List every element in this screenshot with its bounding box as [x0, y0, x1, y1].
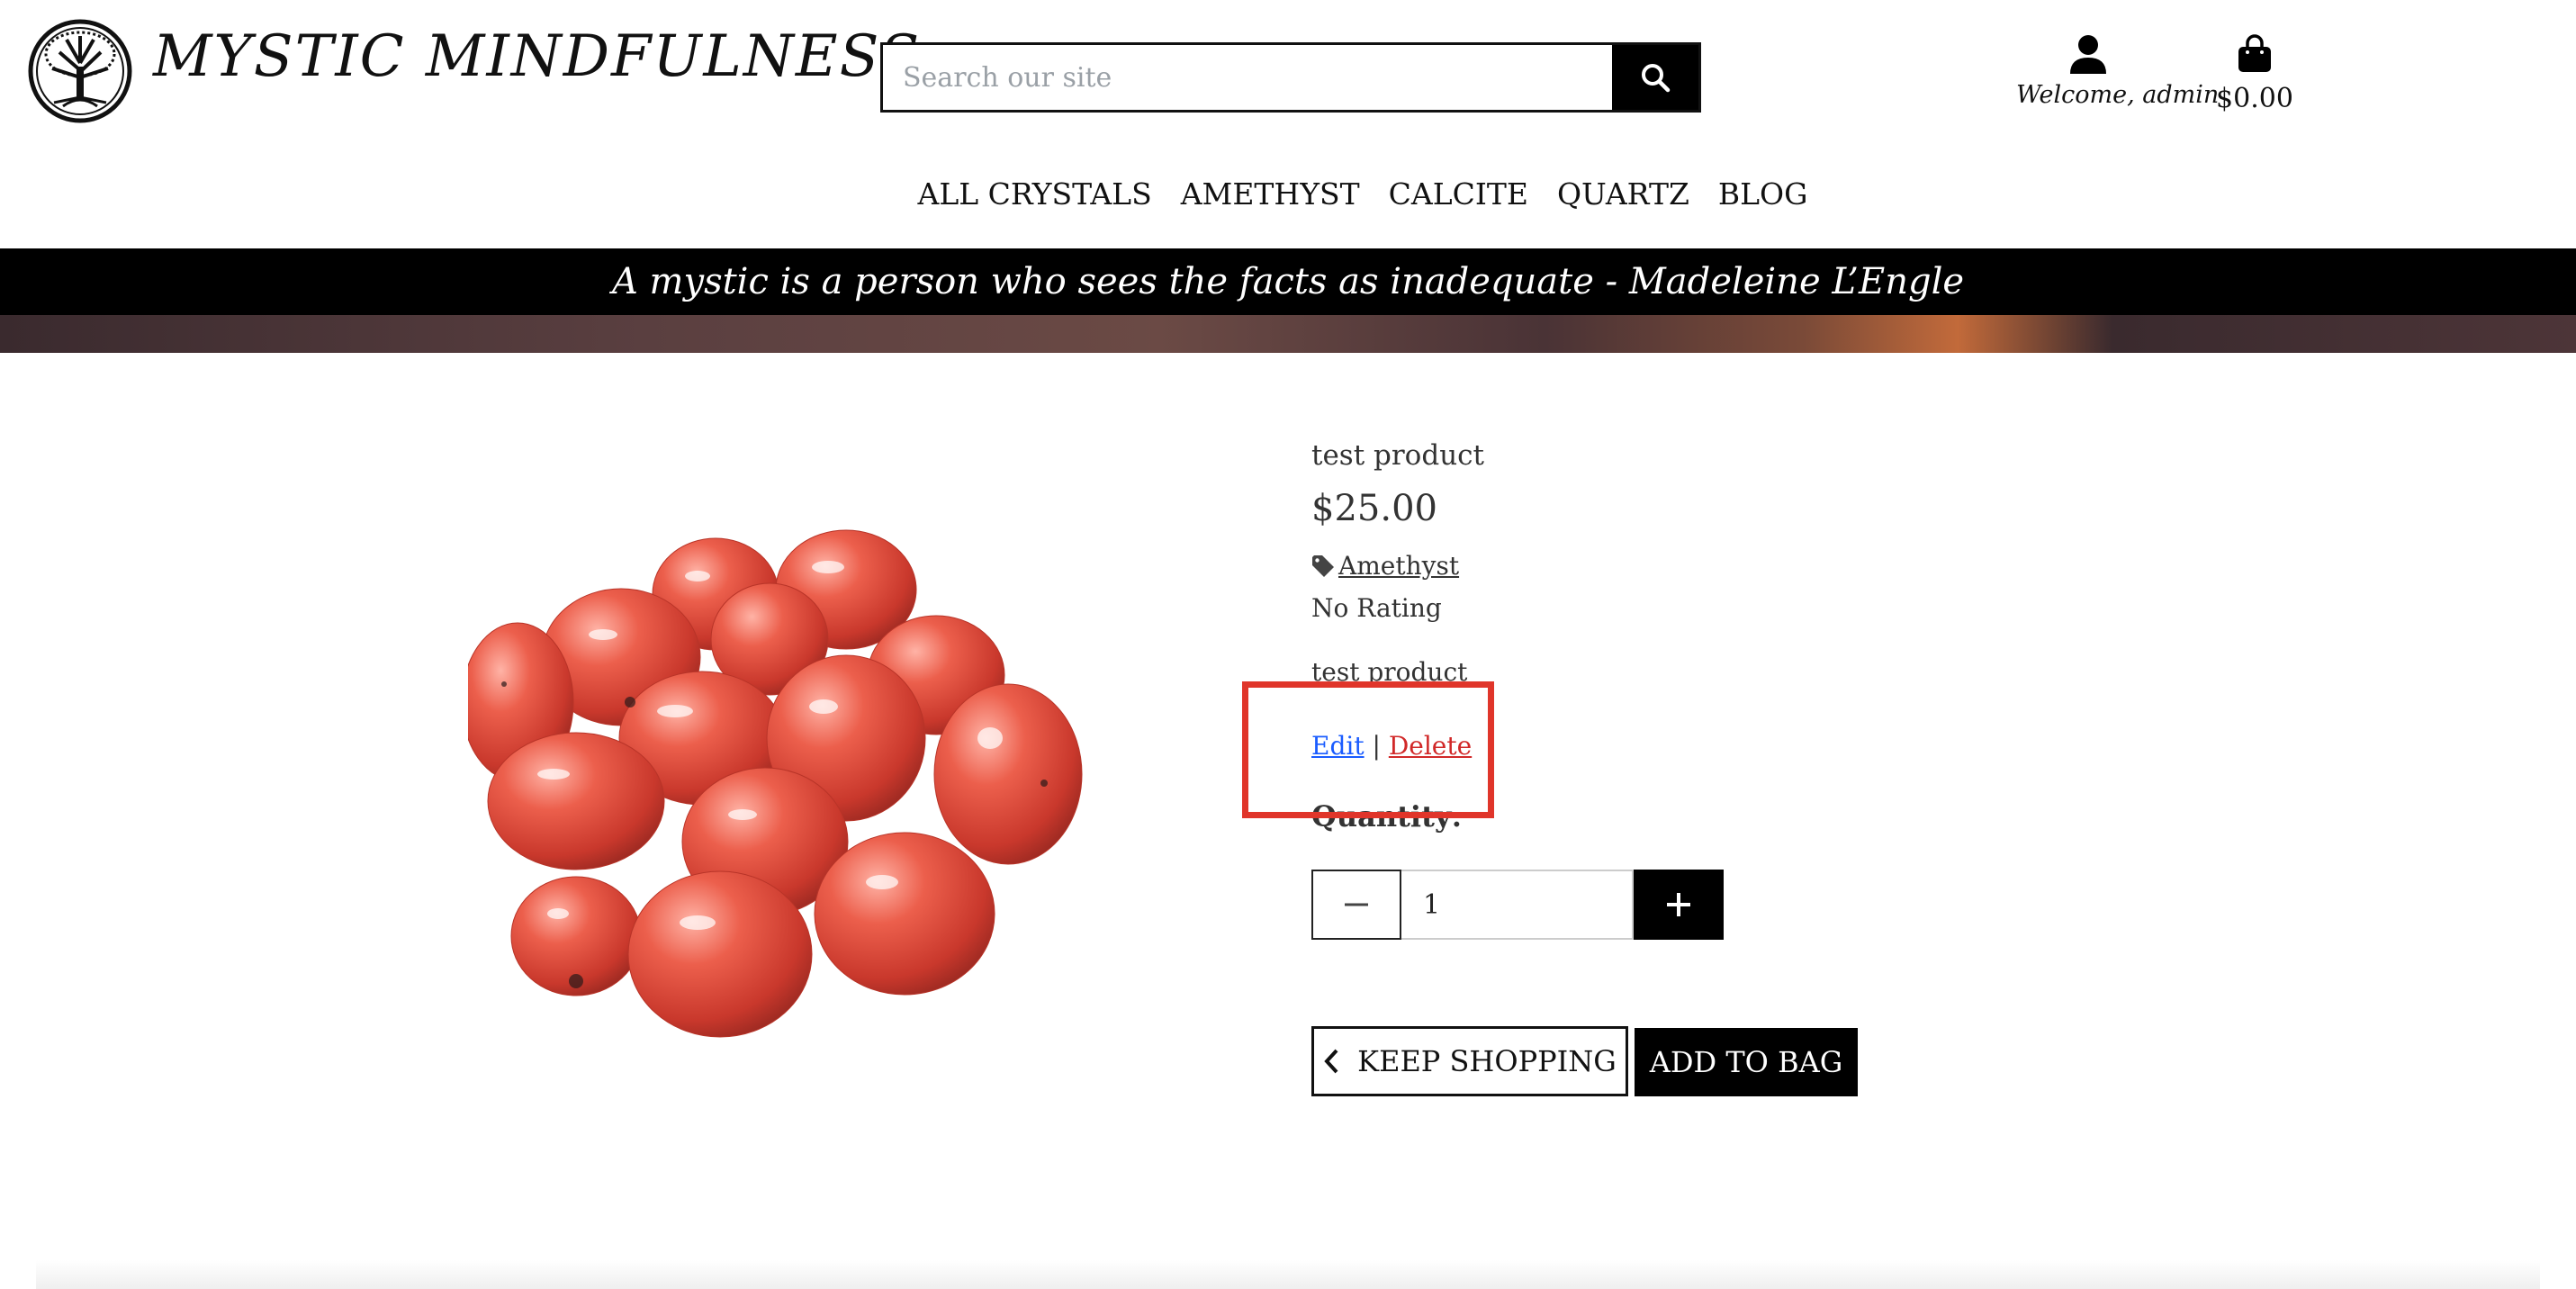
search-input[interactable]: [883, 45, 1612, 110]
search-button[interactable]: [1612, 45, 1698, 110]
increment-button[interactable]: [1634, 870, 1724, 940]
quantity-stepper: [1311, 870, 1724, 940]
nav-item-blog[interactable]: BLOG: [1718, 173, 1808, 215]
minus-icon: [1345, 903, 1368, 906]
keep-shopping-button[interactable]: KEEP SHOPPING: [1311, 1026, 1628, 1096]
shopping-bag-link[interactable]: $0.00: [2210, 34, 2300, 114]
keep-shopping-label: KEEP SHOPPING: [1357, 1044, 1617, 1078]
quantity-input[interactable]: [1401, 870, 1634, 940]
tag-icon: [1312, 554, 1334, 577]
product-info: test product $25.00 Amethyst No Rating: [1311, 439, 1941, 623]
add-to-bag-label: ADD TO BAG: [1649, 1045, 1843, 1079]
user-icon: [2070, 35, 2106, 74]
bag-total: $0.00: [2216, 83, 2293, 114]
product-name: test product: [1311, 439, 1484, 472]
hero-image-strip: [0, 315, 2576, 353]
logo-icon[interactable]: [27, 18, 133, 124]
product-rating: No Rating: [1311, 593, 1442, 623]
main-nav: ALL CRYSTALS AMETHYST CALCITE QUARTZ BLO…: [0, 173, 2576, 215]
account-menu[interactable]: Welcome, admin: [2016, 34, 2220, 109]
quote-text: A mystic is a person who sees the facts …: [611, 261, 1965, 302]
footer-edge: [36, 1260, 2540, 1289]
quote-banner: A mystic is a person who sees the facts …: [0, 248, 2576, 315]
product-price: $25.00: [1311, 488, 1437, 529]
highlight-box: [1242, 681, 1494, 818]
search-icon: [1642, 64, 1671, 93]
category-link[interactable]: Amethyst: [1338, 551, 1459, 581]
search-bar: [880, 42, 1701, 113]
account-label: Welcome, admin: [2016, 81, 2220, 109]
decrement-button[interactable]: [1311, 870, 1401, 940]
shopping-bag-icon: [2238, 34, 2271, 72]
product-category: Amethyst: [1311, 551, 1941, 581]
nav-item-amethyst[interactable]: AMETHYST: [1181, 173, 1360, 215]
nav-item-quartz[interactable]: QUARTZ: [1557, 173, 1689, 215]
brand-name[interactable]: MYSTIC MINDFULNESS: [153, 23, 921, 90]
add-to-bag-button[interactable]: ADD TO BAG: [1635, 1028, 1858, 1096]
nav-item-all-crystals[interactable]: ALL CRYSTALS: [918, 173, 1152, 215]
nav-item-calcite[interactable]: CALCITE: [1389, 173, 1528, 215]
plus-icon: [1667, 893, 1690, 916]
product-image: [461, 504, 1278, 1188]
chevron-left-icon: [1324, 1049, 1338, 1074]
